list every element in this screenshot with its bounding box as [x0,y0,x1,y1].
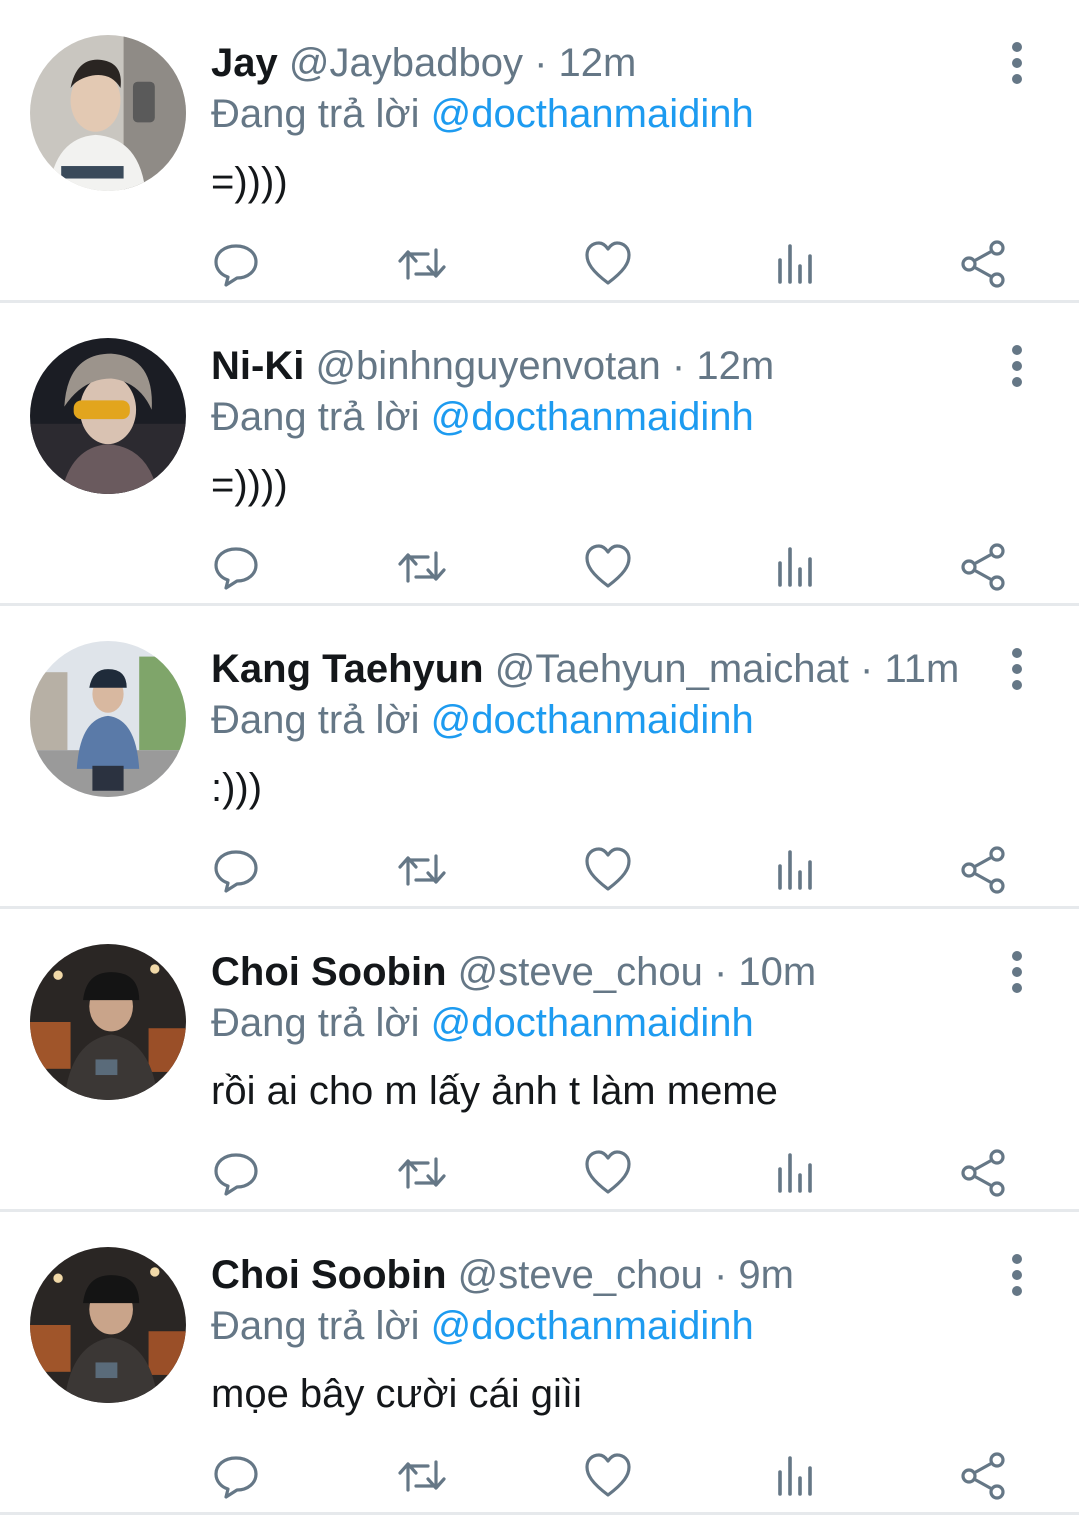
reply-prefix: Đang trả lời [211,1001,420,1045]
display-name[interactable]: Jay [211,41,278,85]
separator-dot: · [860,647,874,691]
reply-icon[interactable] [210,238,262,290]
separator-dot: · [534,41,548,85]
avatar-image [30,944,186,1100]
tweet-header: Ni-Ki @binhnguyenvotan · 12m [211,341,969,391]
separator-dot: · [713,950,728,994]
more-vertical-icon[interactable] [1000,646,1034,692]
share-icon[interactable] [957,238,1009,290]
retweet-icon[interactable] [396,1450,448,1502]
display-name[interactable]: Kang Taehyun [211,647,484,691]
analytics-icon[interactable] [770,1450,822,1502]
tweet-item[interactable]: Ni-Ki @binhnguyenvotan · 12m Đang trả lờ… [0,303,1079,606]
analytics-icon[interactable] [770,844,822,896]
avatar-image [30,338,186,494]
tweet-item[interactable]: Choi Soobin @steve_chou · 9m Đang trả lờ… [0,1212,1079,1515]
share-icon[interactable] [957,1147,1009,1199]
heart-icon[interactable] [582,541,634,593]
avatar-image [30,1247,186,1403]
heart-icon[interactable] [582,844,634,896]
more-vertical-icon[interactable] [1000,40,1034,86]
retweet-icon[interactable] [396,1147,448,1199]
reply-prefix: Đang trả lời [211,698,420,742]
retweet-icon[interactable] [396,238,448,290]
retweet-icon[interactable] [396,541,448,593]
separator-dot: · [713,1253,728,1297]
mention-link[interactable]: @docthanmaidinh [431,698,754,742]
tweet-actions [0,238,1079,290]
user-handle[interactable]: @steve_chou [458,1253,703,1297]
tweet-actions [0,844,1079,896]
avatar-image [30,641,186,797]
analytics-icon[interactable] [770,541,822,593]
share-icon[interactable] [957,541,1009,593]
heart-icon[interactable] [582,1450,634,1502]
timestamp[interactable]: 11m [884,647,959,691]
reply-icon[interactable] [210,1450,262,1502]
analytics-icon[interactable] [770,238,822,290]
share-icon[interactable] [957,1450,1009,1502]
tweet-header: Choi Soobin @steve_chou · 9m [211,1250,969,1300]
timestamp[interactable]: 12m [559,41,637,85]
more-vertical-icon[interactable] [1000,949,1034,995]
display-name[interactable]: Choi Soobin [211,950,447,994]
timestamp[interactable]: 12m [696,344,774,388]
timestamp[interactable]: 10m [738,950,816,994]
more-vertical-icon[interactable] [1000,343,1034,389]
tweet-item[interactable]: Choi Soobin @steve_chou · 10m Đang trả l… [0,909,1079,1212]
reply-icon[interactable] [210,541,262,593]
separator-dot: · [671,344,686,388]
avatar[interactable] [30,1247,186,1403]
user-handle[interactable]: @binhnguyenvotan [315,344,660,388]
more-vertical-icon[interactable] [1000,1252,1034,1298]
mention-link[interactable]: @docthanmaidinh [431,92,754,136]
tweet-text: rồi ai cho m lấy ảnh t làm meme [211,1069,778,1113]
tweet-text: :))) [211,766,263,810]
mention-link[interactable]: @docthanmaidinh [431,395,754,439]
tweet-feed: Jay @Jaybadboy · 12m Đang trả lời @docth… [0,0,1079,1515]
tweet-text: =)))) [211,160,288,204]
heart-icon[interactable] [582,238,634,290]
mention-link[interactable]: @docthanmaidinh [431,1304,754,1348]
tweet-actions [0,1147,1079,1199]
display-name[interactable]: Choi Soobin [211,1253,447,1297]
tweet-text: =)))) [211,463,288,507]
heart-icon[interactable] [582,1147,634,1199]
timestamp[interactable]: 9m [738,1253,794,1297]
retweet-icon[interactable] [396,844,448,896]
user-handle[interactable]: @Taehyun_maichat [495,647,849,691]
avatar[interactable] [30,338,186,494]
tweet-item[interactable]: Kang Taehyun @Taehyun_maichat · 11m Đang… [0,606,1079,909]
display-name[interactable]: Ni-Ki [211,344,304,388]
avatar[interactable] [30,944,186,1100]
reply-icon[interactable] [210,844,262,896]
reply-context: Đang trả lời @docthanmaidinh [211,392,754,442]
avatar[interactable] [30,35,186,191]
reply-prefix: Đang trả lời [211,1304,420,1348]
reply-context: Đang trả lời @docthanmaidinh [211,998,754,1048]
analytics-icon[interactable] [770,1147,822,1199]
user-handle[interactable]: @steve_chou [458,950,703,994]
tweet-header: Choi Soobin @steve_chou · 10m [211,947,969,997]
tweet-header: Kang Taehyun @Taehyun_maichat · 11m [211,644,969,694]
reply-prefix: Đang trả lời [211,92,420,136]
reply-prefix: Đang trả lời [211,395,420,439]
share-icon[interactable] [957,844,1009,896]
tweet-header: Jay @Jaybadboy · 12m [211,38,969,88]
mention-link[interactable]: @docthanmaidinh [431,1001,754,1045]
tweet-text: mọe bây cười cái giìi [211,1372,582,1416]
reply-context: Đang trả lời @docthanmaidinh [211,695,754,745]
reply-context: Đang trả lời @docthanmaidinh [211,1301,754,1351]
avatar[interactable] [30,641,186,797]
avatar-image [30,35,186,191]
user-handle[interactable]: @Jaybadboy [289,41,523,85]
tweet-actions [0,1450,1079,1502]
reply-context: Đang trả lời @docthanmaidinh [211,89,754,139]
tweet-item[interactable]: Jay @Jaybadboy · 12m Đang trả lời @docth… [0,0,1079,303]
reply-icon[interactable] [210,1147,262,1199]
tweet-actions [0,541,1079,593]
